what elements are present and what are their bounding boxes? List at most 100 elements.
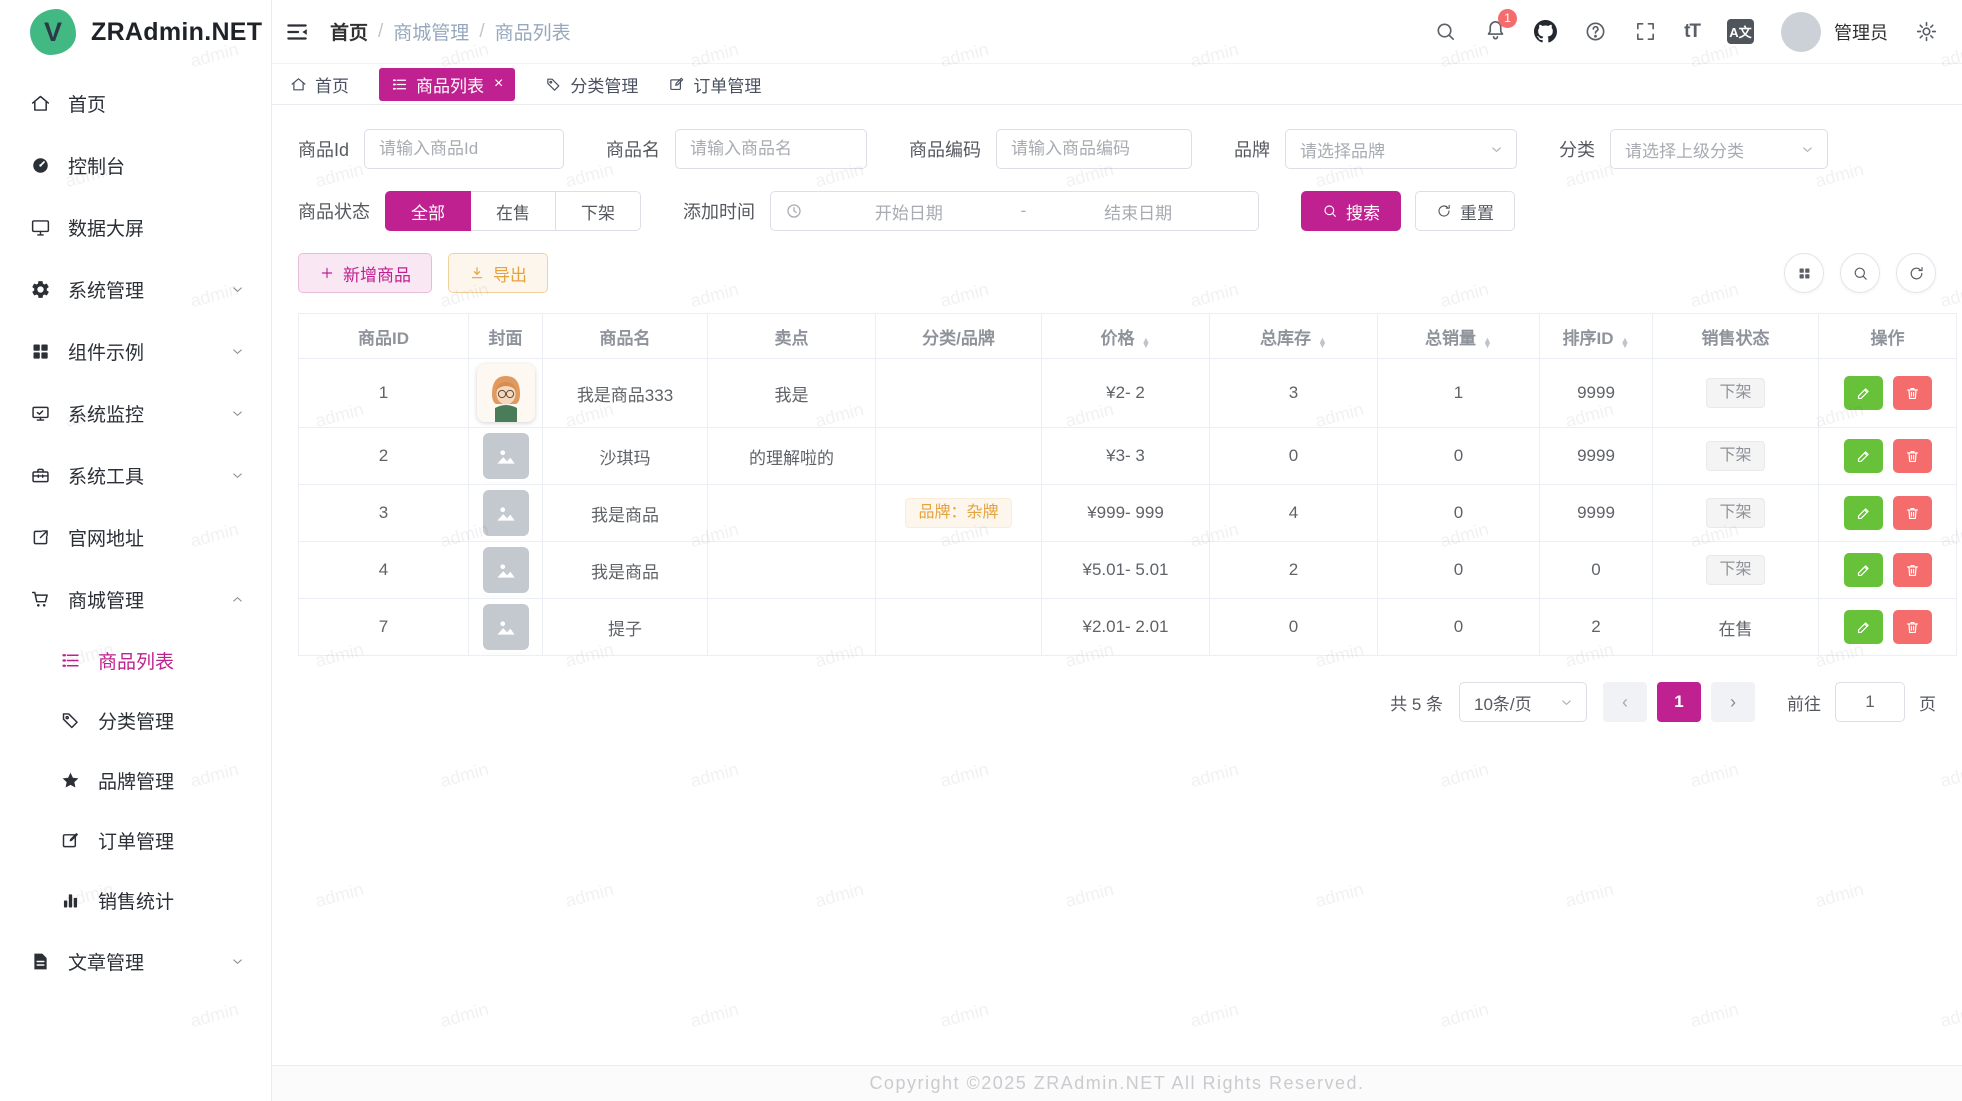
tab-product-list[interactable]: 商品列表 × <box>379 68 515 101</box>
list-icon <box>391 76 408 93</box>
breadcrumb-home[interactable]: 首页 <box>330 18 368 45</box>
notification-badge: 1 <box>1498 9 1517 28</box>
col-header-sort[interactable]: 排序ID▲▼ <box>1540 314 1653 359</box>
search-icon <box>1852 265 1869 282</box>
date-end[interactable]: 结束日期 <box>1032 199 1244 224</box>
export-button[interactable]: 导出 <box>448 253 548 293</box>
status-badge: 下架 <box>1706 378 1764 408</box>
monitor-icon <box>30 403 51 424</box>
close-icon[interactable]: × <box>494 75 503 93</box>
tab-home[interactable]: 首页 <box>290 68 349 101</box>
delete-button[interactable] <box>1893 610 1932 644</box>
delete-button[interactable] <box>1893 376 1932 410</box>
logo[interactable]: V ZRAdmin.NET <box>0 0 271 64</box>
columns-button[interactable] <box>1784 253 1824 293</box>
col-header-stock[interactable]: 总库存▲▼ <box>1210 314 1378 359</box>
sidebar-item-sales-stats[interactable]: 销售统计 <box>0 870 271 930</box>
col-header-name: 商品名 <box>543 314 708 359</box>
sidebar-item-tools[interactable]: 系统工具 <box>0 444 271 506</box>
github-icon[interactable] <box>1534 20 1557 43</box>
product-cover-image[interactable] <box>477 364 535 422</box>
delete-button[interactable] <box>1893 439 1932 473</box>
language-icon[interactable]: A文 <box>1727 19 1754 44</box>
edit-button[interactable] <box>1844 553 1883 587</box>
sidebar-item-category[interactable]: 分类管理 <box>0 690 271 750</box>
sidebar: V ZRAdmin.NET 首页 控制台 数据大屏 系统管理 <box>0 0 272 1101</box>
prev-page-button[interactable]: ‹ <box>1603 682 1647 722</box>
refresh-icon <box>1436 203 1452 219</box>
sidebar-item-components[interactable]: 组件示例 <box>0 320 271 382</box>
tab-orders[interactable]: 订单管理 <box>668 68 761 101</box>
fullscreen-icon[interactable] <box>1634 20 1657 43</box>
sidebar-item-articles[interactable]: 文章管理 <box>0 930 271 992</box>
font-size-icon[interactable]: tT <box>1684 21 1700 43</box>
col-header-actions: 操作 <box>1819 314 1957 359</box>
sort-icons[interactable]: ▲▼ <box>1318 338 1327 349</box>
pen-icon <box>1855 385 1872 402</box>
filter-label-name: 商品名 <box>606 136 660 162</box>
notification-bell[interactable]: 1 <box>1484 18 1507 46</box>
product-name-input[interactable] <box>675 129 867 169</box>
sidebar-item-monitor[interactable]: 系统监控 <box>0 382 271 444</box>
page-content: 商品Id 商品名 商品编码 品牌 请选择品牌 <box>272 105 1962 1065</box>
product-id-input[interactable] <box>364 129 564 169</box>
trash-icon <box>1904 619 1921 636</box>
image-placeholder-icon[interactable] <box>483 604 529 650</box>
col-header-price[interactable]: 价格▲▼ <box>1042 314 1210 359</box>
table-refresh-button[interactable] <box>1896 253 1936 293</box>
sort-icons[interactable]: ▲▼ <box>1483 338 1492 349</box>
sidebar-item-brand[interactable]: 品牌管理 <box>0 750 271 810</box>
sidebar-item-home[interactable]: 首页 <box>0 72 271 134</box>
reset-button[interactable]: 重置 <box>1415 191 1515 231</box>
date-range-picker[interactable]: 开始日期 - 结束日期 <box>770 191 1259 231</box>
help-icon[interactable] <box>1584 20 1607 43</box>
avatar[interactable] <box>1781 12 1821 52</box>
search-button[interactable]: 搜索 <box>1301 191 1401 231</box>
goto-page-input[interactable] <box>1835 682 1905 722</box>
sort-icons[interactable]: ▲▼ <box>1142 338 1151 349</box>
sort-icons[interactable]: ▲▼ <box>1621 338 1630 349</box>
product-code-input[interactable] <box>996 129 1192 169</box>
settings-gear-icon[interactable] <box>1915 20 1938 43</box>
breadcrumb-mall[interactable]: 商城管理 <box>393 18 469 45</box>
home-icon <box>30 93 51 114</box>
sidebar-item-datascreen[interactable]: 数据大屏 <box>0 196 271 258</box>
add-product-button[interactable]: 新增商品 <box>298 253 432 293</box>
delete-button[interactable] <box>1893 496 1932 530</box>
chevron-down-icon <box>230 344 245 359</box>
pen-icon <box>1855 448 1872 465</box>
page-size-select[interactable]: 10条/页 <box>1459 682 1587 722</box>
edit-button[interactable] <box>1844 496 1883 530</box>
tab-category[interactable]: 分类管理 <box>545 68 638 101</box>
sidebar-item-orders[interactable]: 订单管理 <box>0 810 271 870</box>
edit-button[interactable] <box>1844 376 1883 410</box>
sidebar-item-website[interactable]: 官网地址 <box>0 506 271 568</box>
sidebar-item-product-list[interactable]: 商品列表 <box>0 630 271 690</box>
table-search-button[interactable] <box>1840 253 1880 293</box>
tags-icon <box>60 710 81 731</box>
image-placeholder-icon[interactable] <box>483 433 529 479</box>
sidebar-item-console[interactable]: 控制台 <box>0 134 271 196</box>
image-placeholder-icon[interactable] <box>483 547 529 593</box>
edit-button[interactable] <box>1844 610 1883 644</box>
page-number-1[interactable]: 1 <box>1657 682 1701 722</box>
status-option-all[interactable]: 全部 <box>385 191 471 231</box>
date-start[interactable]: 开始日期 <box>803 199 1015 224</box>
filter-label-status: 商品状态 <box>298 198 370 224</box>
delete-button[interactable] <box>1893 553 1932 587</box>
brand-select[interactable]: 请选择品牌 <box>1285 129 1517 169</box>
search-icon[interactable] <box>1434 20 1457 43</box>
sidebar-item-system[interactable]: 系统管理 <box>0 258 271 320</box>
edit-button[interactable] <box>1844 439 1883 473</box>
next-page-button[interactable]: › <box>1711 682 1755 722</box>
sidebar-item-mall[interactable]: 商城管理 <box>0 568 271 630</box>
col-header-sales[interactable]: 总销量▲▼ <box>1378 314 1540 359</box>
pen-icon <box>1855 562 1872 579</box>
menu-fold-icon[interactable] <box>284 19 310 45</box>
status-option-onsale[interactable]: 在售 <box>471 191 556 231</box>
status-option-offshelf[interactable]: 下架 <box>556 191 641 231</box>
goto-label: 前往 <box>1787 690 1821 715</box>
user-name[interactable]: 管理员 <box>1834 19 1888 45</box>
category-select[interactable]: 请选择上级分类 <box>1610 129 1828 169</box>
image-placeholder-icon[interactable] <box>483 490 529 536</box>
